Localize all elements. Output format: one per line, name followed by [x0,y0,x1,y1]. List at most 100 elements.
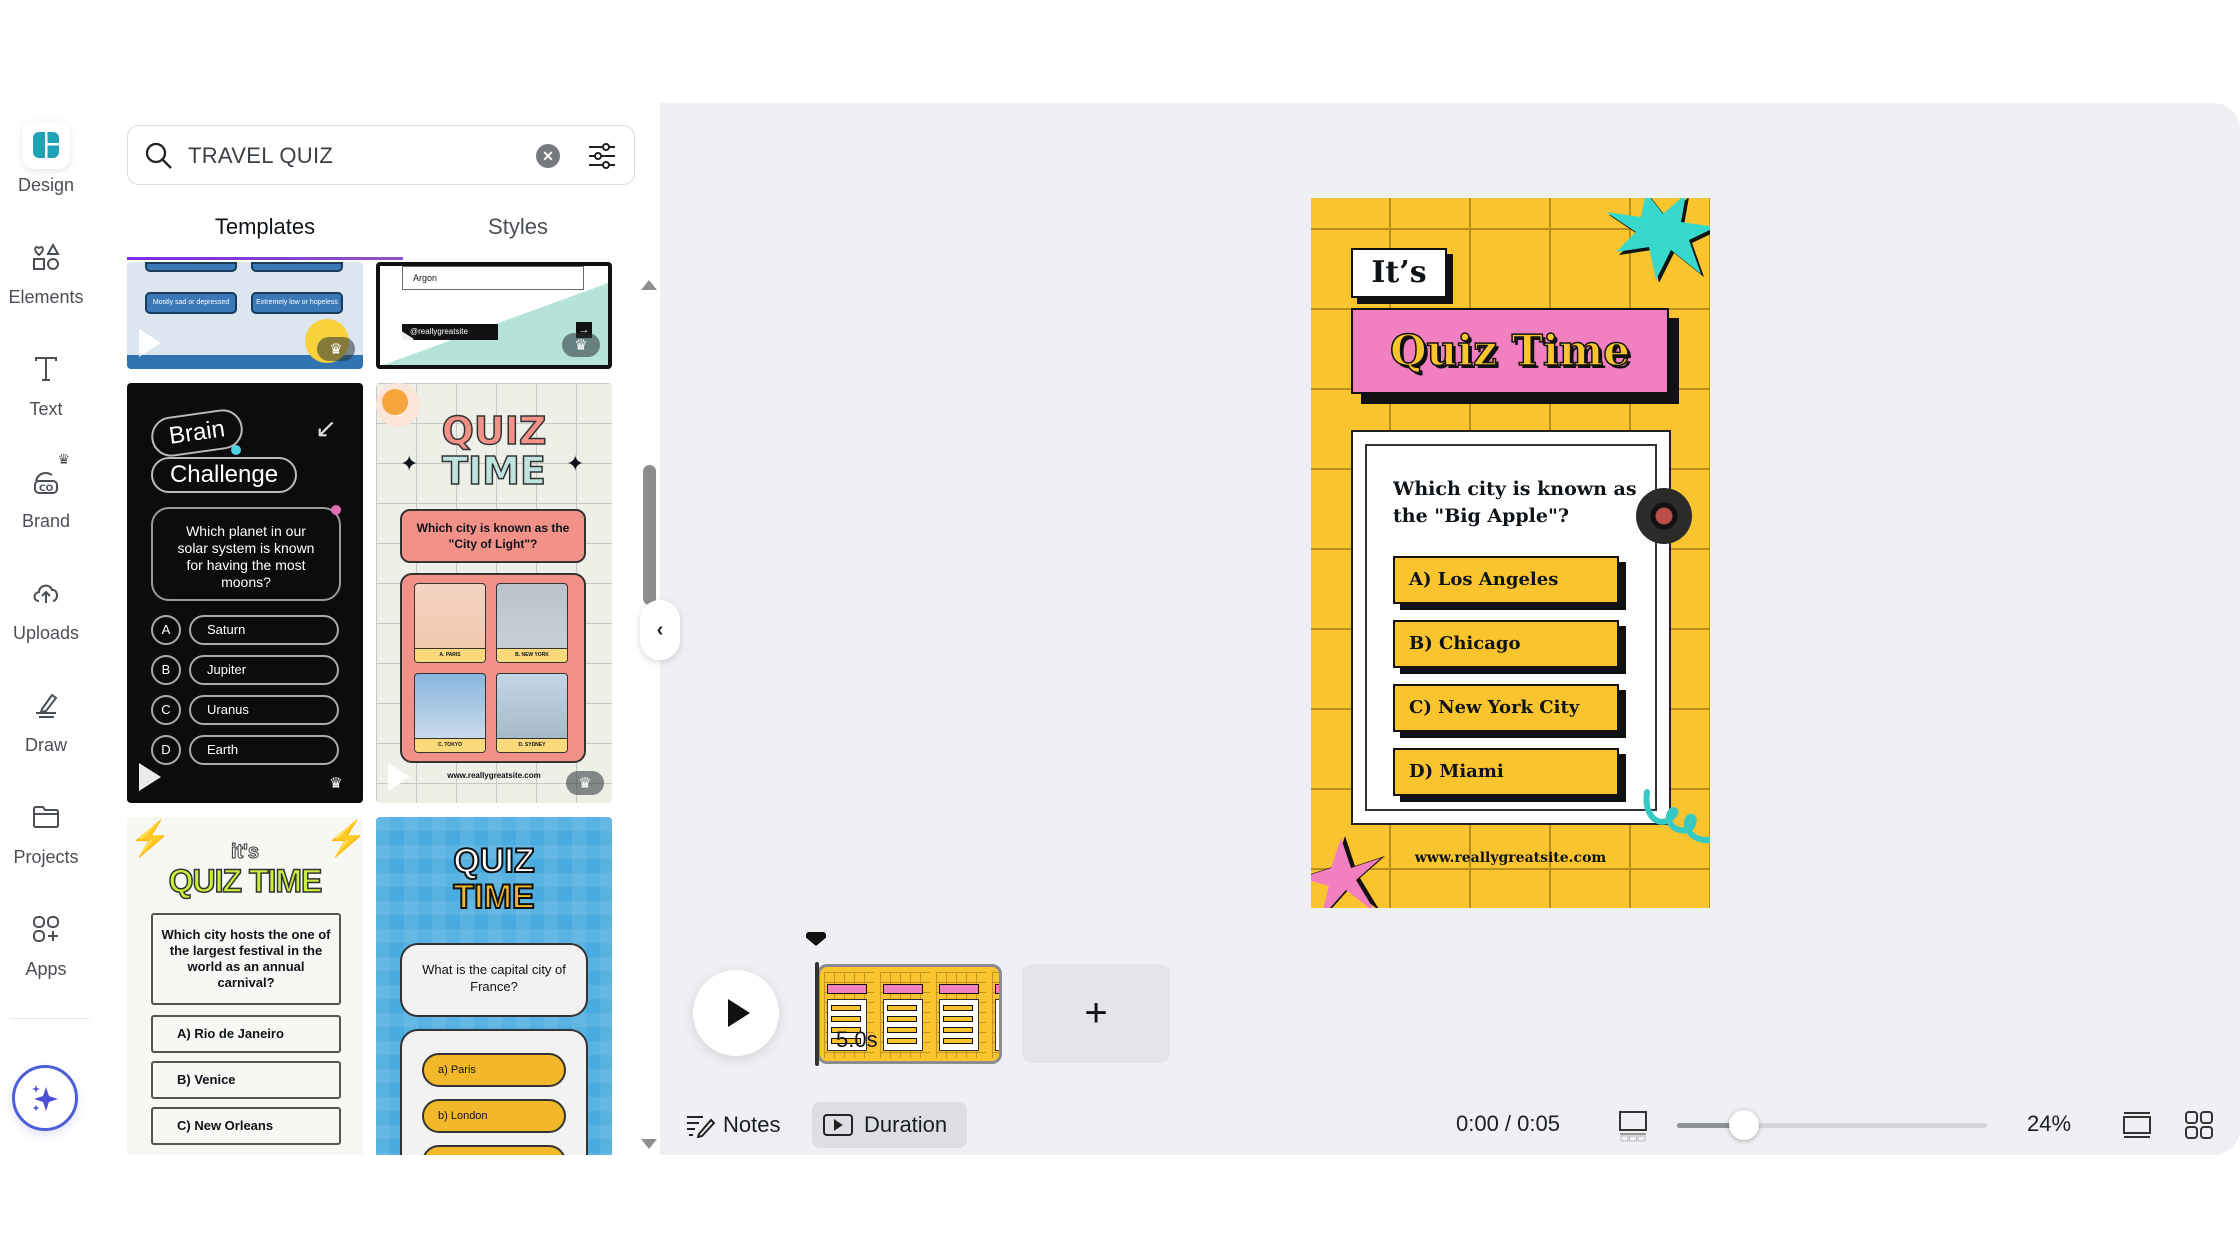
template-text: QUIZ [452,842,535,880]
add-page-button[interactable]: + [1022,964,1170,1063]
tab-styles[interactable]: Styles [380,214,656,240]
answer-option[interactable]: C) New York City [1393,684,1619,732]
scroll-down-arrow[interactable] [641,1139,657,1149]
template-text: @reallygreatsite [402,324,498,340]
clip-trim-handle[interactable] [815,962,819,1066]
question-text[interactable]: Which city is known as the "Big Apple"? [1393,476,1643,530]
zoom-slider[interactable] [1677,1110,1987,1140]
vinyl-record-decoration [1636,488,1692,544]
template-card[interactable]: ⚡ ⚡ it's QUIZ TIME Which city hosts the … [127,817,363,1155]
rail-label: Elements [8,287,84,307]
option-text: A) Rio de Janeiro [151,1015,341,1053]
rail-item-design[interactable]: Design [0,121,92,196]
option-text: c) Berlin [422,1145,566,1155]
clip-duration: 5.0s [836,1027,878,1052]
template-text: it's [230,841,260,864]
rail-label: Apps [25,959,67,979]
search-bar[interactable]: TRAVEL QUIZ ✕ [127,125,635,185]
option-text: B) Venice [151,1061,341,1099]
photo-label: C. TOKYO [415,738,485,752]
clear-icon: ✕ [542,147,554,164]
projects-icon [22,793,70,841]
rail-item-elements[interactable]: Elements [0,233,92,308]
answer-option[interactable]: A) Los Angeles [1393,556,1619,604]
option-text: b) London [422,1099,566,1133]
design-page[interactable]: It’s Quiz Time Which city is known as th… [1311,198,1710,908]
templates-grid: Mostly sad or depressed Extremely low or… [127,262,613,1155]
website-url[interactable]: www.reallygreatsite.com [1311,850,1710,866]
template-text: Challenge [151,457,297,493]
rail-item-uploads[interactable]: Uploads [0,569,92,644]
template-text: What is the capital city of France? [400,943,588,1017]
left-rail: Design Elements Text CO ♛ Brand Uploads … [0,103,92,1155]
rail-item-projects[interactable]: Projects [0,793,92,868]
clip-frame-thumbnail [880,972,930,1058]
elements-icon [22,233,70,281]
template-card[interactable]: Brain Challenge ↙ Which planet in our so… [127,383,363,803]
play-icon [139,329,161,357]
option-text: a) Paris [422,1053,566,1087]
search-input[interactable]: TRAVEL QUIZ [188,143,333,169]
rail-item-draw[interactable]: Draw [0,681,92,756]
photo-label: A. PARIS [415,648,485,662]
filter-icon[interactable] [586,140,618,172]
option-text: C) New Orleans [151,1107,341,1145]
clear-search-button[interactable]: ✕ [536,144,560,168]
option-text: Jupiter [189,655,339,685]
scroll-up-arrow[interactable] [641,280,657,290]
page-view-icon[interactable] [2122,1110,2152,1140]
crown-icon: ♛ [329,775,343,792]
template-card[interactable]: Argon @reallygreatsite → ♛ [376,262,612,369]
question-card[interactable]: Which city is known as the "Big Apple"? … [1351,430,1671,825]
template-text: Mostly sad or depressed [145,292,237,314]
template-card[interactable]: QUIZ TIME ✦ ✦ Which city is known as the… [376,383,612,803]
notes-label: Notes [723,1112,781,1137]
rail-item-text[interactable]: Text [0,345,92,420]
template-photo: C. TOKYO [414,673,486,753]
quiz-time-title[interactable]: Quiz Time [1351,308,1669,394]
magic-button[interactable] [12,1065,78,1131]
its-label[interactable]: It’s [1351,248,1447,298]
clip-frame-thumbnail [936,972,986,1058]
play-icon [392,325,414,353]
template-card[interactable]: QUIZ TIME What is the capital city of Fr… [376,817,612,1155]
timecode: 0:00 / 0:05 [1456,1111,1560,1136]
collapse-panel-button[interactable]: ‹ [640,600,680,660]
zoom-percent[interactable]: 24% [2027,1111,2071,1137]
zoom-slider-thumb[interactable] [1729,1110,1760,1140]
template-text: Extremely low or hopeless [251,292,343,314]
flower-decoration [1311,836,1385,908]
chevron-left-icon: ‹ [656,618,664,641]
brand-icon: CO ♛ [22,451,70,505]
active-tab-indicator [127,257,403,260]
rail-divider [10,1018,90,1019]
clip-frame-thumbnail [992,972,999,1058]
template-card[interactable]: Mostly sad or depressed Extremely low or… [127,262,363,369]
svg-text:CO: CO [39,484,54,494]
notes-button[interactable]: Notes [685,1102,780,1148]
template-text: Which city hosts the one of the largest … [151,913,341,1005]
template-photo: B. NEW YORK [496,583,568,663]
page-thumbnails-icon[interactable] [1618,1110,1648,1142]
answer-option[interactable]: D) Miami [1393,748,1619,796]
play-button[interactable] [693,970,779,1056]
option-text: Earth [189,735,339,765]
tab-templates[interactable]: Templates [127,214,403,240]
answer-option[interactable]: B) Chicago [1393,620,1619,668]
rail-item-brand[interactable]: CO ♛ Brand [0,451,92,532]
grid-view-icon[interactable] [2184,1110,2214,1140]
timeline-clip[interactable]: 5.0s [817,964,1002,1064]
rail-label: Brand [21,511,71,531]
crown-icon: ♛ [57,451,70,467]
panel-scrollbar[interactable] [643,465,656,605]
crown-icon: ♛ [566,771,604,795]
template-text: Which planet in our solar system is know… [151,507,341,601]
play-icon [139,763,161,791]
rail-item-apps[interactable]: Apps [0,905,92,980]
option-letter: C [151,695,181,725]
option-text: Saturn [189,615,339,645]
option-letter: D [151,735,181,765]
template-photo: A. PARIS [414,583,486,663]
duration-button[interactable]: Duration [812,1102,967,1148]
uploads-icon [22,569,70,617]
